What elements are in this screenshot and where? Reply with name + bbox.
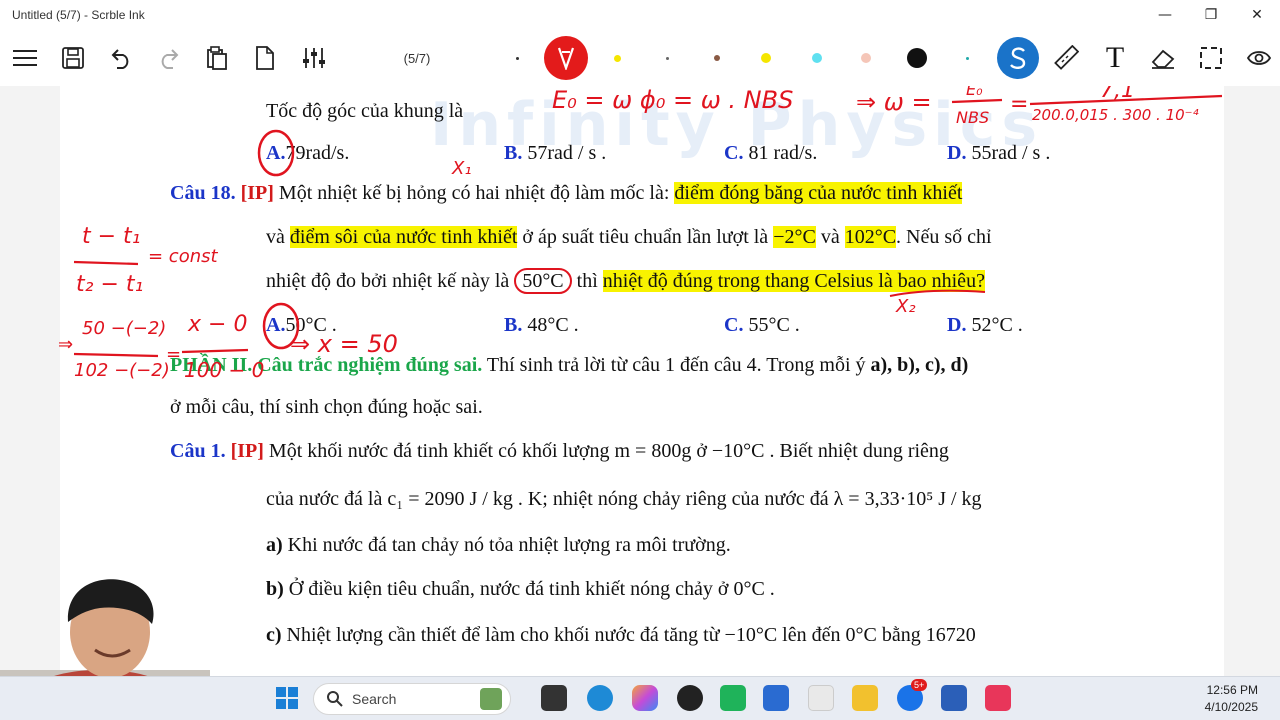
ruler-icon[interactable] (1052, 30, 1080, 86)
menu-icon[interactable] (10, 30, 40, 86)
ink-fraction-bar (951, 98, 1003, 104)
peach-dot[interactable] (858, 30, 874, 86)
yellow-dot[interactable] (758, 30, 774, 86)
window-title: Untitled (5/7) - Scrble Ink (12, 8, 145, 22)
scrble-ink-icon[interactable] (763, 685, 789, 711)
ink-frac1-num: E₀ (966, 86, 983, 99)
cyan-dot[interactable] (809, 30, 825, 86)
view-icon[interactable] (1244, 30, 1274, 86)
ink-x1: X₁ (452, 158, 472, 179)
s-pen-icon[interactable] (996, 30, 1040, 86)
clipboard-icon[interactable] (204, 30, 230, 86)
search-highlight-icon (480, 688, 502, 710)
task-view-icon[interactable] (541, 685, 567, 711)
ink-frac2-den: 200.0,015 . 300 . 10⁻⁴ (1032, 106, 1199, 124)
ink-result: ⇒ x = 50 (290, 330, 398, 358)
app-window: Untitled (5/7) - Scrble Ink — ❐ ✕ (5/7) (0, 0, 1280, 720)
ink-equation-e0: E₀ = ω ϕ₀ = ω . NBS (552, 86, 794, 114)
tiktok-icon[interactable] (985, 685, 1011, 711)
clock-time: 12:56 PM (1206, 683, 1258, 697)
ink-frac3-den: 102 −(−2) (74, 360, 170, 381)
copilot-icon[interactable] (632, 685, 658, 711)
ink-circle-a17 (257, 129, 295, 177)
eraser-icon[interactable] (1148, 30, 1178, 86)
save-icon[interactable] (60, 30, 86, 86)
ink-left-den: t₂ − t₁ (76, 272, 144, 297)
obs-icon[interactable] (677, 685, 703, 711)
file-explorer-icon[interactable] (852, 685, 878, 711)
color-dot-tiny[interactable] (660, 30, 674, 86)
ink-frac3-num: 50 −(−2) (82, 318, 167, 339)
redo-icon[interactable] (156, 30, 182, 86)
ink-x2: X₂ (896, 296, 916, 317)
notification-badge: 5+ (911, 679, 928, 691)
windows-start-icon[interactable] (274, 685, 300, 711)
new-page-icon[interactable] (252, 30, 278, 86)
search-icon (327, 691, 343, 707)
search-placeholder: Search (352, 691, 397, 707)
minimize-button[interactable]: — (1142, 0, 1188, 30)
taskbar: Search 5+ 12:56 PM 4/10/2025 (0, 676, 1280, 720)
yellow-dot-small[interactable] (610, 30, 624, 86)
ink-fraction-bar (73, 260, 139, 266)
color-dot-teal[interactable] (960, 30, 974, 86)
ink-frac4-num: x − 0 (188, 312, 248, 337)
brown-dot[interactable] (710, 30, 724, 86)
camtasia-icon[interactable] (720, 685, 746, 711)
taskbar-search[interactable]: Search (313, 683, 511, 715)
ink-frac2-num: 7,1 (1100, 86, 1135, 103)
ink-frac1-den: NBS (956, 108, 990, 127)
app-grid-icon[interactable] (808, 685, 834, 711)
ink-const: = const (148, 246, 218, 267)
edge-browser-icon[interactable] (587, 685, 613, 711)
black-dot[interactable] (905, 30, 929, 86)
ink-fraction-bar (73, 352, 159, 358)
maximize-button[interactable]: ❐ (1188, 0, 1234, 30)
title-bar: Untitled (5/7) - Scrble Ink — ❐ ✕ (0, 0, 1280, 30)
ink-implies: ⇒ (58, 334, 74, 355)
system-clock[interactable]: 12:56 PM 4/10/2025 (1205, 682, 1258, 716)
page-indicator[interactable]: (5/7) (390, 30, 444, 86)
toolbar: (5/7) T (0, 30, 1280, 86)
ink-frac4-den: 100 − 0 (184, 358, 265, 382)
pen-icon[interactable] (543, 30, 589, 86)
ink-left-num: t − t₁ (82, 224, 141, 249)
zalo-icon[interactable]: 5+ (897, 679, 928, 711)
ink-omega: ⇒ ω = (856, 88, 932, 116)
ink-equals: = (1010, 92, 1029, 117)
selection-icon[interactable] (1196, 30, 1226, 86)
clock-date: 4/10/2025 (1204, 700, 1258, 714)
word-icon[interactable] (941, 685, 967, 711)
close-button[interactable]: ✕ (1234, 0, 1280, 30)
text-tool-icon[interactable]: T (1100, 30, 1130, 86)
undo-icon[interactable] (108, 30, 134, 86)
ink-fraction-bar (181, 348, 249, 354)
ink-equals-2: = (166, 344, 182, 365)
color-dot-small[interactable] (512, 30, 522, 86)
settings-sliders-icon[interactable] (300, 30, 328, 86)
